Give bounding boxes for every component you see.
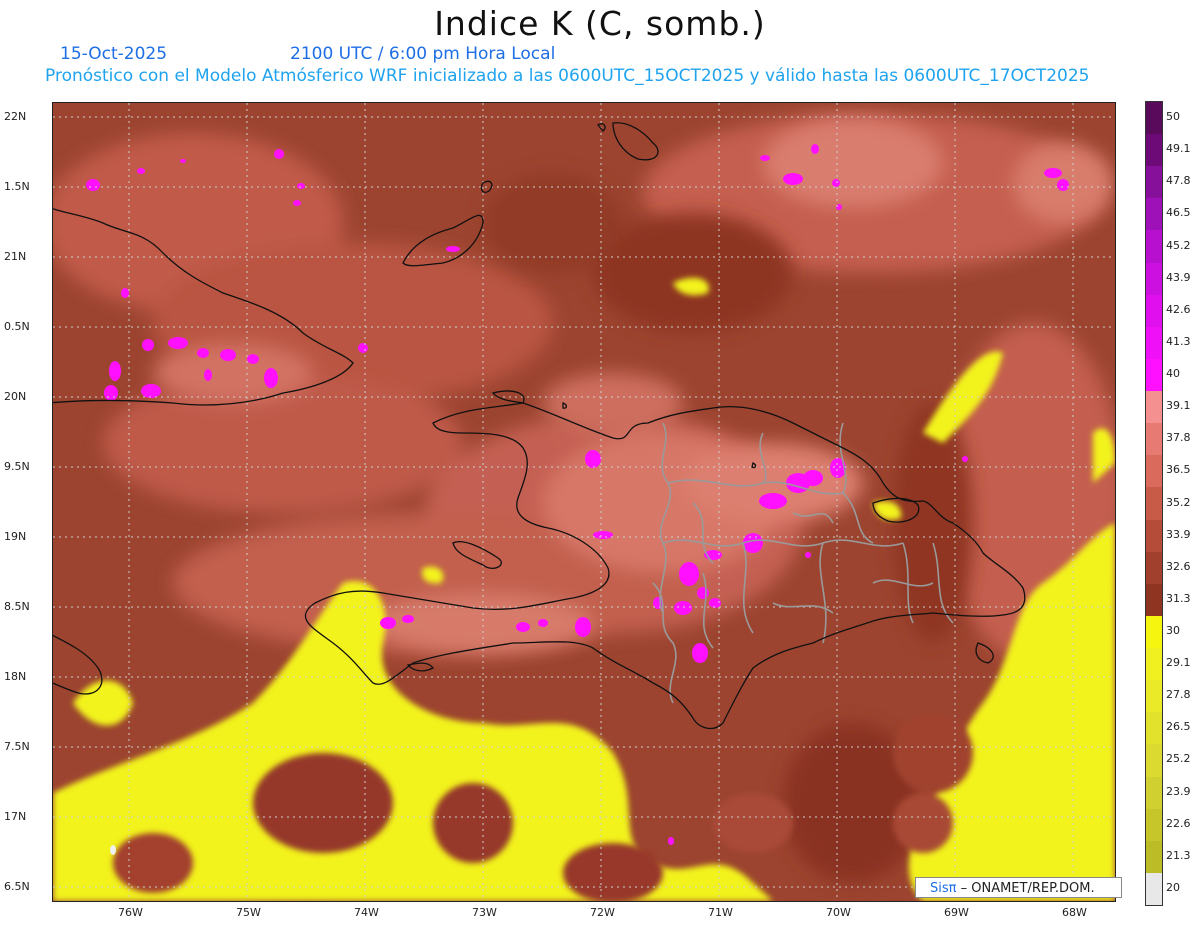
colorbar-swatch <box>1146 519 1162 553</box>
colorbar-swatch <box>1146 680 1162 713</box>
colorbar-swatch <box>1146 391 1162 424</box>
colorbar-label: 26.5 <box>1166 720 1191 734</box>
colorbar-label: 42.6 <box>1166 302 1191 316</box>
lat-label-16-5n: 6.5N <box>4 880 30 893</box>
colorbar-label: 50 <box>1166 110 1180 124</box>
lat-label-22n: 22N <box>4 110 27 123</box>
colorbar-swatch <box>1146 423 1162 456</box>
colorbar-label: 23.9 <box>1166 784 1191 798</box>
colorbar-label: 33.9 <box>1166 527 1191 541</box>
lon-label-69w: 69W <box>944 906 969 919</box>
colorbar-swatch <box>1146 583 1162 617</box>
colorbar-label: 30 <box>1166 623 1180 637</box>
colorbar-swatch <box>1146 326 1162 360</box>
colorbar-label: 29.1 <box>1166 656 1191 670</box>
k-index-map <box>53 103 1115 901</box>
lat-label-21n: 21N <box>4 250 27 263</box>
lat-label-20n: 20N <box>4 390 27 403</box>
colorbar-swatch <box>1146 776 1162 810</box>
colorbar-swatch <box>1146 808 1162 842</box>
lon-label-73w: 73W <box>472 906 497 919</box>
colorbar-swatch <box>1146 744 1162 777</box>
lon-label-74w: 74W <box>354 906 379 919</box>
lon-label-68w: 68W <box>1062 906 1087 919</box>
colorbar-label: 43.9 <box>1166 270 1191 284</box>
credit-box: Sisπ – ONAMET/REP.DOM. <box>915 877 1122 898</box>
colorbar-label: 40 <box>1166 367 1180 381</box>
credit-brand: Sisπ <box>930 881 957 896</box>
lat-label-17-5n: 7.5N <box>4 740 30 753</box>
colorbar-swatch <box>1146 487 1162 521</box>
colorbar-label: 41.3 <box>1166 334 1191 348</box>
colorbar-swatch <box>1146 872 1162 906</box>
colorbar-swatch <box>1146 198 1162 231</box>
colorbar-swatch <box>1146 102 1162 135</box>
lon-label-70w: 70W <box>826 906 851 919</box>
colorbar-swatch <box>1146 230 1162 264</box>
lon-label-75w: 75W <box>236 906 261 919</box>
colorbar-label: 31.3 <box>1166 591 1191 605</box>
colorbar-swatch <box>1146 262 1162 296</box>
white-patch <box>110 845 116 855</box>
colorbar-label: 22.6 <box>1166 816 1191 830</box>
colorbar-swatch <box>1146 840 1162 874</box>
lon-label-76w: 76W <box>118 906 143 919</box>
forecast-time: 2100 UTC / 6:00 pm Hora Local <box>290 44 556 64</box>
lat-label-18-5n: 8.5N <box>4 600 30 613</box>
lat-label-19n: 19N <box>4 530 27 543</box>
forecast-date: 15-Oct-2025 <box>60 44 168 64</box>
colorbar-label: 25.2 <box>1166 752 1191 766</box>
lat-label-20-5n: 0.5N <box>4 320 30 333</box>
colorbar-label: 20 <box>1166 880 1180 894</box>
colorbar-label: 46.5 <box>1166 206 1191 220</box>
lon-label-71w: 71W <box>708 906 733 919</box>
colorbar-swatch <box>1146 134 1162 167</box>
colorbar-swatch <box>1146 551 1162 585</box>
colorbar-swatch <box>1146 455 1162 488</box>
lon-label-72w: 72W <box>590 906 615 919</box>
colorbar-label: 49.1 <box>1166 142 1191 156</box>
colorbar-swatch <box>1146 615 1162 649</box>
colorbar-label: 32.6 <box>1166 559 1191 573</box>
lat-label-19-5n: 9.5N <box>4 460 30 473</box>
colorbar-label: 35.2 <box>1166 495 1191 509</box>
credit-text: – ONAMET/REP.DOM. <box>960 881 1095 896</box>
colorbar-label: 47.8 <box>1166 174 1191 188</box>
map-title: Indice K (C, somb.) <box>434 4 766 43</box>
forecast-description: Pronóstico con el Modelo Atmósferico WRF… <box>45 66 1090 86</box>
colorbar-label: 21.3 <box>1166 848 1191 862</box>
lat-label-18n: 18N <box>4 670 27 683</box>
colorbar-swatch <box>1146 358 1162 392</box>
colorbar-label: 37.8 <box>1166 431 1191 445</box>
colorbar-label: 27.8 <box>1166 688 1191 702</box>
colorbar-label: 36.5 <box>1166 463 1191 477</box>
lat-label-17n: 17N <box>4 810 27 823</box>
colorbar-swatch <box>1146 648 1162 681</box>
colorbar-swatch <box>1146 294 1162 328</box>
colorbar <box>1145 101 1163 906</box>
colorbar-label: 45.2 <box>1166 238 1191 252</box>
colorbar-label: 39.1 <box>1166 399 1191 413</box>
colorbar-swatch <box>1146 712 1162 745</box>
map-panel <box>52 102 1116 902</box>
colorbar-swatch <box>1146 166 1162 199</box>
lat-label-21-5n: 1.5N <box>4 180 30 193</box>
